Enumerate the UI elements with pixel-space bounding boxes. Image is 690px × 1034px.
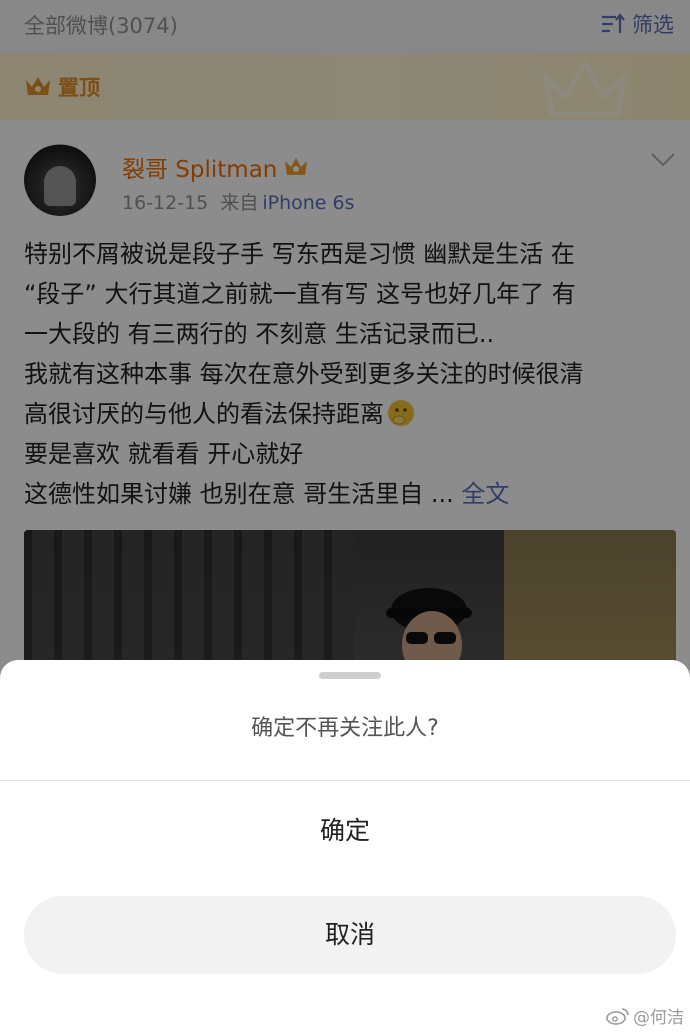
watermark: @何洁 (606, 1003, 684, 1028)
confirm-button[interactable]: 确定 (0, 781, 690, 881)
sheet-drag-handle[interactable] (319, 672, 381, 679)
watermark-text: @何洁 (633, 1008, 684, 1028)
weibo-logo-icon (606, 1007, 629, 1025)
unfollow-prompt: 确定不再关注此人? (251, 716, 439, 741)
action-sheet: 确定不再关注此人? 确定 取消 @何洁 (0, 660, 690, 1034)
cancel-button[interactable]: 取消 (24, 896, 676, 974)
